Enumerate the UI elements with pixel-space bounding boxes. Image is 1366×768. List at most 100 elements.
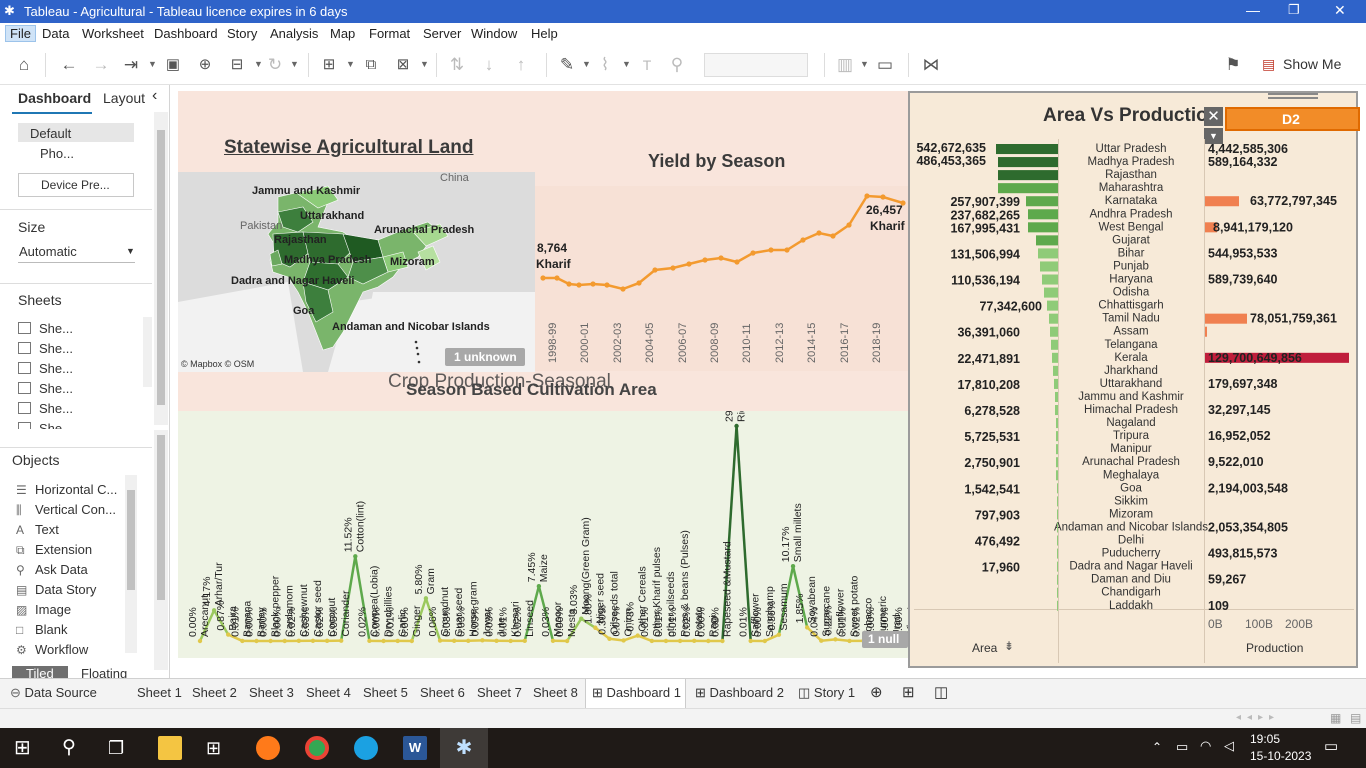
menu-data[interactable]: Data [42, 26, 69, 41]
chevron-down-icon[interactable]: ▼ [290, 59, 299, 69]
chevron-down-icon[interactable]: ▼ [420, 59, 429, 69]
tab-dashboard[interactable]: Dashboard [18, 90, 91, 106]
floating-button[interactable]: Floating [70, 666, 140, 678]
tableau-icon[interactable]: ✱ [452, 736, 476, 760]
pin-icon[interactable]: ⚑ [1222, 54, 1244, 76]
device-phone[interactable]: Pho... [40, 146, 74, 161]
chevron-down-icon[interactable]: ▼ [126, 246, 135, 256]
size-select[interactable]: Automatic [19, 244, 77, 259]
fit-dropdown[interactable] [704, 53, 808, 77]
edge-icon[interactable] [354, 736, 378, 760]
highlight-icon[interactable]: ✎ [556, 54, 578, 76]
object-text[interactable]: A Text [16, 522, 59, 537]
tab-data-source[interactable]: ⊖ Data Source [10, 685, 97, 701]
wifi-icon[interactable]: ◠ [1200, 738, 1211, 754]
list-view-icon[interactable]: ▤ [1350, 711, 1361, 725]
tiled-button[interactable]: Tiled [12, 666, 68, 678]
new-worksheet-icon[interactable]: ⊞ [318, 54, 340, 76]
tab-sheet-5[interactable]: Sheet 5 [363, 685, 408, 700]
object-data-story[interactable]: ▤ Data Story [16, 582, 96, 597]
tab-sheet-6[interactable]: Sheet 6 [420, 685, 465, 700]
sheet-item[interactable]: She... [18, 361, 73, 376]
tab-story-1[interactable]: ◫ Story 1 [798, 685, 855, 701]
tab-sheet-8[interactable]: Sheet 8 [533, 685, 578, 700]
tab-sheet-7[interactable]: Sheet 7 [477, 685, 522, 700]
search-icon[interactable]: ⚲ [62, 736, 86, 760]
object-horizontal[interactable]: ☰ Horizontal C... [16, 482, 117, 497]
task-view-icon[interactable]: ❐ [108, 736, 132, 760]
clear-sheet-icon[interactable]: ⊠ [392, 54, 414, 76]
chrome-icon[interactable] [305, 736, 329, 760]
scrollbar-thumb[interactable] [157, 130, 165, 405]
season-chart[interactable]: 0.00% Arecanut 4.17% Arhar/Tur 0.87% Bajra 0.0… [178, 386, 917, 658]
menu-story[interactable]: Story [227, 26, 257, 41]
undo-icon[interactable]: ← [58, 54, 80, 76]
refresh-icon[interactable]: ↻ [264, 54, 286, 76]
volume-icon[interactable]: ◁ [1224, 738, 1234, 754]
tab-sheet-3[interactable]: Sheet 3 [249, 685, 294, 700]
redo-icon[interactable]: → [90, 54, 112, 76]
tab-layout[interactable]: Layout [103, 90, 145, 106]
menu-worksheet[interactable]: Worksheet [82, 26, 144, 41]
battery-icon[interactable]: ▭ [1176, 739, 1188, 755]
sort-ascending-icon[interactable]: ↓ [478, 54, 500, 76]
new-dashboard-icon[interactable]: ⊞ [902, 683, 915, 701]
tab-dashboard-2[interactable]: ⊞ Dashboard 2 [695, 685, 784, 701]
home-icon[interactable]: ⌂ [13, 54, 35, 76]
menu-analysis[interactable]: Analysis [270, 26, 318, 41]
object-image[interactable]: ▨ Image [16, 602, 71, 617]
chevron-up-icon[interactable]: ⌃ [1152, 740, 1162, 754]
file-explorer-icon[interactable] [158, 736, 182, 760]
new-datasource-icon[interactable]: ⊕ [194, 54, 216, 76]
menu-dashboard[interactable]: Dashboard [154, 26, 218, 41]
chevron-down-icon[interactable]: ▼ [148, 59, 157, 69]
object-vertical[interactable]: ⫼ Vertical Con... [16, 502, 116, 518]
clock-date[interactable]: 15-10-2023 [1250, 749, 1311, 763]
object-extension[interactable]: ⧉ Extension [16, 542, 92, 558]
presentation-icon[interactable]: ▭ [874, 54, 896, 76]
menu-map[interactable]: Map [330, 26, 355, 41]
object-blank[interactable]: □ Blank [16, 622, 68, 637]
sort-descending-icon[interactable]: ↑ [510, 54, 532, 76]
india-map[interactable]: China Pakistan Jammu and Kashmir Uttarak… [178, 172, 535, 372]
windows-start-icon[interactable]: ⊞ [14, 736, 38, 760]
word-icon[interactable]: W [403, 736, 427, 760]
chevron-down-icon[interactable]: ▼ [860, 59, 869, 69]
sheet-item[interactable]: She... [18, 421, 73, 429]
duplicate-icon[interactable]: ⧉ [360, 54, 382, 76]
collapse-icon[interactable]: ‹ [152, 87, 157, 105]
menu-help[interactable]: Help [531, 26, 558, 41]
pin-icon[interactable]: ⚲ [666, 54, 688, 76]
sheet-item[interactable]: She... [18, 401, 73, 416]
object-ask-data[interactable]: ⚲ Ask Data [16, 562, 88, 577]
show-me-icon[interactable]: ▤ [1262, 56, 1276, 72]
chevron-down-icon[interactable]: ▼ [254, 59, 263, 69]
grid-view-icon[interactable]: ▦ [1330, 711, 1341, 725]
object-workflow[interactable]: ⚙ Workflow [16, 642, 88, 657]
new-worksheet-icon[interactable]: ⊕ [870, 683, 883, 701]
tab-sheet-2[interactable]: Sheet 2 [192, 685, 237, 700]
menu-window[interactable]: Window [471, 26, 517, 41]
chart-type-icon[interactable]: ▥ [834, 54, 856, 76]
sheet-item[interactable]: She... [18, 321, 73, 336]
maximize-icon[interactable]: ❐ [1288, 2, 1300, 18]
notification-icon[interactable]: ▭ [1324, 737, 1338, 755]
menu-server[interactable]: Server [423, 26, 461, 41]
close-icon[interactable]: ✕ [1334, 2, 1346, 19]
sort-icon[interactable]: ⇟ [1004, 639, 1014, 653]
menu-format[interactable]: Format [369, 26, 410, 41]
save-icon[interactable]: ▣ [162, 54, 184, 76]
swap-icon[interactable]: ⇅ [446, 54, 468, 76]
share-icon[interactable]: ⋈ [920, 54, 942, 76]
chevron-down-icon[interactable]: ▼ [622, 59, 631, 69]
menu-file[interactable]: File [5, 25, 36, 42]
tab-sheet-1[interactable]: Sheet 1 [137, 685, 182, 700]
labels-icon[interactable]: T [636, 54, 658, 76]
nav-arrows-icon[interactable]: ◂◂▸▸ [1236, 712, 1280, 723]
replay-icon[interactable]: ⇥ [120, 54, 142, 76]
tab-sheet-4[interactable]: Sheet 4 [306, 685, 351, 700]
sheet-item[interactable]: She... [18, 381, 73, 396]
new-story-icon[interactable]: ◫ [934, 683, 948, 701]
area-production-panel[interactable]: Area Vs Production ✕ ▼ D2 Uttar Pradesh M… [908, 91, 1360, 668]
firefox-icon[interactable] [256, 736, 280, 760]
